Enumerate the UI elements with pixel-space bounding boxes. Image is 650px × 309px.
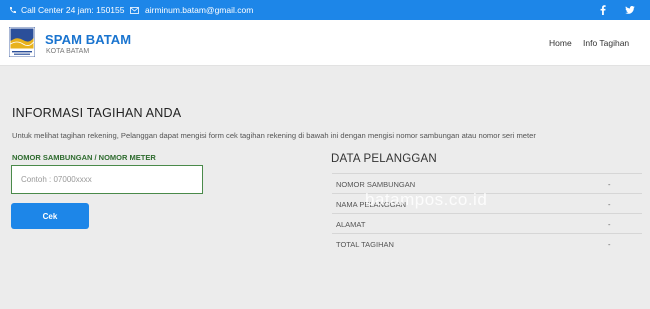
brand-title[interactable]: SPAM BATAM xyxy=(45,32,131,47)
table-row: NOMOR SAMBUNGAN - xyxy=(332,173,642,193)
table-row: NAMA PELANGGAN - xyxy=(332,193,642,213)
table-row: TOTAL TAGIHAN - xyxy=(332,233,642,253)
check-button[interactable]: Cek xyxy=(11,203,89,229)
row-label: TOTAL TAGIHAN xyxy=(336,240,394,249)
row-label: NAMA PELANGGAN xyxy=(336,200,407,209)
row-value: - xyxy=(608,240,611,249)
nav-info-tagihan[interactable]: Info Tagihan xyxy=(583,38,629,48)
customer-data-title: DATA PELANGGAN xyxy=(331,153,437,165)
meter-number-input[interactable] xyxy=(11,165,203,194)
facebook-link[interactable] xyxy=(600,0,606,20)
customer-data-table: NOMOR SAMBUNGAN - NAMA PELANGGAN - ALAMA… xyxy=(332,173,642,253)
facebook-icon[interactable] xyxy=(600,5,606,15)
row-value: - xyxy=(608,180,611,189)
spam-batam-logo[interactable] xyxy=(8,26,36,58)
envelope-icon xyxy=(130,6,139,14)
page-title: INFORMASI TAGIHAN ANDA xyxy=(12,106,182,120)
page-description: Untuk melihat tagihan rekening, Pelangga… xyxy=(12,131,536,140)
nav-home[interactable]: Home xyxy=(549,38,572,48)
twitter-icon[interactable] xyxy=(625,6,635,14)
email-text[interactable]: airminum.batam@gmail.com xyxy=(145,5,253,15)
top-bar: Call Center 24 jam: 150155 airminum.bata… xyxy=(0,0,650,20)
email-contact[interactable]: airminum.batam@gmail.com xyxy=(130,0,253,20)
call-center-text: Call Center 24 jam: 150155 xyxy=(21,5,125,15)
row-value: - xyxy=(608,200,611,209)
twitter-link[interactable] xyxy=(625,0,635,20)
phone-icon xyxy=(10,7,16,13)
row-label: ALAMAT xyxy=(336,220,366,229)
brand-subtitle: KOTA BATAM xyxy=(46,48,90,55)
row-value: - xyxy=(608,220,611,229)
table-row: ALAMAT - xyxy=(332,213,642,233)
site-header: SPAM BATAM KOTA BATAM Home Info Tagihan xyxy=(0,20,650,66)
meter-number-label: NOMOR SAMBUNGAN / NOMOR METER xyxy=(12,153,156,162)
row-label: NOMOR SAMBUNGAN xyxy=(336,180,416,189)
call-center: Call Center 24 jam: 150155 xyxy=(9,0,124,20)
